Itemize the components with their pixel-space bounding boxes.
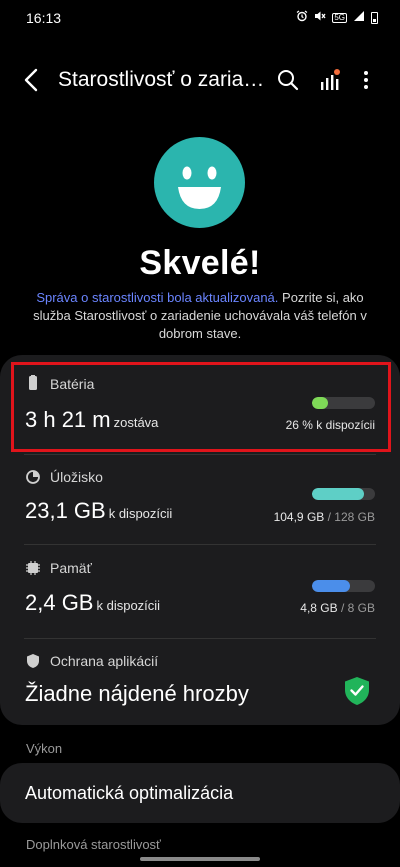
storage-row[interactable]: Úložisko 23,1 GB k dispozícii 104,9 GB / … (0, 455, 400, 543)
network-type-badge: 5G (332, 12, 347, 23)
additional-care-section-label: Doplnková starostlivosť (26, 837, 161, 852)
app-protection-row[interactable]: Ochrana aplikácií Žiadne nájdené hrozby (0, 639, 400, 725)
app-protection-label: Ochrana aplikácií (50, 653, 159, 669)
auto-optimization-label: Automatická optimalizácia (25, 783, 234, 803)
chevron-left-icon (24, 68, 38, 92)
search-icon (278, 70, 299, 91)
care-report-summary: Správa o starostlivosti bola aktualizova… (22, 289, 378, 343)
more-options-button[interactable] (352, 66, 380, 94)
signal-icon (353, 10, 365, 25)
storage-pie-icon (26, 470, 40, 484)
storage-usage-text: 104,9 GB / 128 GB (273, 510, 375, 524)
mute-icon (314, 10, 326, 25)
memory-usage-bar (312, 580, 375, 592)
diagnostics-button[interactable] (316, 66, 344, 94)
status-headline: Skvelé! (139, 244, 261, 282)
memory-usage-text: 4,8 GB / 8 GB (300, 601, 375, 615)
more-vertical-icon (364, 71, 368, 89)
memory-usage-fill (312, 580, 350, 592)
shield-icon (27, 654, 39, 668)
care-report-link[interactable]: Správa o starostlivosti bola aktualizova… (36, 290, 278, 305)
battery-status-icon (371, 11, 378, 24)
memory-row[interactable]: Pamäť 2,4 GB k dispozícii 4,8 GB / 8 GB (0, 545, 400, 637)
status-icons: 5G (296, 10, 378, 25)
performance-section-label: Výkon (26, 741, 63, 756)
storage-usage-fill (312, 488, 364, 500)
home-indicator[interactable] (140, 857, 260, 861)
memory-label: Pamäť (50, 560, 92, 576)
app-protection-status: Žiadne nájdené hrozby (25, 681, 249, 706)
storage-label: Úložisko (50, 469, 103, 485)
diagnostics-icon (321, 69, 340, 90)
smiley-face-icon (154, 137, 245, 228)
memory-chip-icon (26, 561, 40, 575)
app-bar: Starostlivosť o zaria… (0, 56, 400, 106)
back-button[interactable] (20, 66, 44, 94)
shield-check-icon (345, 677, 369, 705)
storage-usage-bar (312, 488, 375, 500)
search-button[interactable] (274, 66, 302, 94)
memory-available: 2,4 GB k dispozícii (25, 590, 161, 615)
auto-optimization-item[interactable]: Automatická optimalizácia (0, 763, 400, 823)
status-bar: 16:13 5G (0, 0, 400, 36)
storage-available: 23,1 GB k dispozícii (25, 498, 173, 523)
battery-highlight-box (11, 362, 391, 452)
status-time: 16:13 (26, 10, 62, 26)
alarm-icon (296, 10, 308, 25)
page-title: Starostlivosť o zaria… (58, 68, 265, 91)
